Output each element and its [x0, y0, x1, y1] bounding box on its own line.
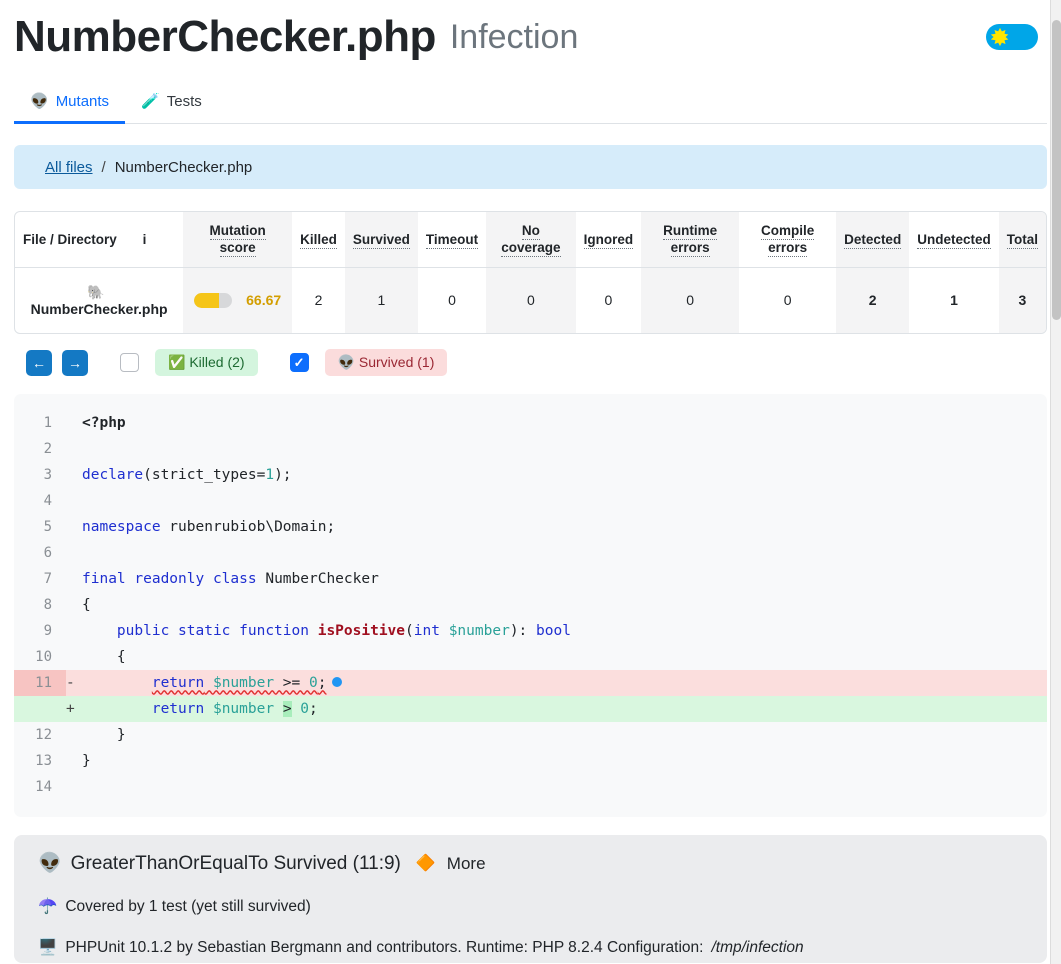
code-line-added: + return $number > 0; — [14, 695, 1047, 722]
source-code: 1 <?php 2 3 declare(strict_types=1); 4 5 namesp… — [14, 410, 1047, 800]
code-line: 7 final readonly class NumberChecker — [43, 570, 379, 587]
tab-mutants-label: Mutants — [55, 93, 110, 110]
stats-table: File / Directory i Mutation score Killed… — [15, 212, 1046, 333]
code-line: 6 — [43, 544, 52, 561]
mutant-detail-panel: 👽 GreaterThanOrEqualTo Survived (11:9) 🔶… — [14, 834, 1047, 963]
filter-bar: ← → ✅ Killed (2) 👽 Survived (1) — [14, 348, 1047, 378]
app-name: Infection — [449, 18, 579, 56]
col-runtime-errors[interactable]: Runtime errors — [641, 212, 740, 268]
filter-survived-checkbox[interactable] — [289, 353, 309, 373]
col-undetected[interactable]: Undetected — [909, 212, 999, 268]
cell-killed: 2 — [314, 292, 323, 309]
cell-detected: 2 — [836, 267, 910, 333]
filter-killed-badge[interactable]: ✅ Killed (2) — [155, 349, 258, 377]
breadcrumb-all-files[interactable]: All files — [45, 159, 93, 176]
coverage-line: ☂️ Covered by 1 test (yet still survived… — [38, 897, 1023, 916]
col-mutation-score[interactable]: Mutation score — [183, 212, 293, 268]
mutant-detail-title: 👽 GreaterThanOrEqualTo Survived (11:9) 🔶… — [38, 853, 1023, 876]
app-page: NumberChecker.php Infection 👽 Mutants 🧪 … — [0, 0, 1061, 964]
tab-tests[interactable]: 🧪 Tests — [125, 89, 218, 123]
alien-icon: 👽 — [38, 852, 62, 874]
code-line: 10 { — [35, 648, 126, 665]
code-line: 2 — [43, 440, 52, 457]
code-line: 4 — [43, 492, 52, 509]
cell-undetected: 1 — [950, 292, 958, 309]
breadcrumb: All files / NumberChecker.php — [14, 145, 1047, 189]
mutation-score-value: 66.67 — [246, 292, 282, 309]
code-line-removed: 11- return $number >= 0; — [14, 669, 1047, 696]
col-detected[interactable]: Detected — [836, 212, 910, 268]
sun-icon — [990, 27, 1009, 47]
code-line: 5 namespace rubenrubiob\Domain; — [43, 518, 336, 535]
code-line: 12 } — [35, 726, 126, 743]
cell-timeout: 0 — [448, 292, 456, 309]
table-header-row: File / Directory i Mutation score Killed… — [15, 212, 1046, 268]
mutant-marker-dot[interactable] — [332, 676, 343, 687]
col-killed[interactable]: Killed — [292, 212, 345, 268]
col-compile-errors[interactable]: Compile errors — [739, 212, 837, 268]
more-button[interactable]: More — [447, 854, 486, 874]
cell-mutation-score: 66.67 — [183, 267, 293, 333]
coverage-text: Covered by 1 test (yet still survived) — [65, 897, 311, 915]
test-tube-icon: 🧪 — [141, 93, 160, 110]
page-header: NumberChecker.php Infection — [14, 0, 1047, 62]
tab-bar: 👽 Mutants 🧪 Tests — [14, 76, 1047, 124]
cell-survived: 1 — [344, 267, 418, 333]
breadcrumb-current: NumberChecker.php — [114, 158, 253, 176]
cell-runtime-errors: 0 — [641, 267, 740, 333]
code-line: 9 public static function isPositive(int … — [43, 622, 571, 639]
tab-mutants[interactable]: 👽 Mutants — [14, 89, 126, 124]
mutation-score-bar — [194, 292, 233, 308]
breadcrumb-separator: / — [101, 158, 106, 176]
filter-killed-checkbox[interactable] — [120, 353, 139, 373]
col-ignored[interactable]: Ignored — [575, 212, 642, 268]
alien-icon: 👽 — [30, 93, 49, 110]
cell-ignored: 0 — [604, 292, 613, 309]
runtime-text: PHPUnit 10.1.2 by Sebastian Bergmann and… — [65, 938, 704, 956]
info-icon[interactable]: i — [143, 232, 147, 247]
umbrella-icon: ☂️ — [38, 898, 58, 916]
cell-no-coverage: 0 — [486, 267, 576, 333]
page-title: NumberChecker.php — [14, 12, 436, 61]
source-code-panel[interactable]: 1 <?php 2 3 declare(strict_types=1); 4 5 namesp… — [14, 393, 1047, 817]
prev-mutant-button[interactable]: ← — [26, 349, 52, 376]
mutant-detail-title-label: GreaterThanOrEqualTo Survived (11:9) — [70, 852, 401, 874]
col-no-coverage[interactable]: No coverage — [486, 212, 576, 268]
runtime-config-path: /tmp/infection — [711, 938, 804, 956]
cell-file[interactable]: 🐘NumberChecker.php — [15, 267, 183, 333]
warning-triangle-icon: 🔶 — [415, 854, 436, 872]
col-survived[interactable]: Survived — [344, 212, 418, 268]
scrollbar-thumb[interactable] — [1052, 20, 1061, 320]
cell-total: 3 — [998, 267, 1046, 333]
col-timeout[interactable]: Timeout — [417, 212, 487, 268]
runtime-line: 🖥️ PHPUnit 10.1.2 by Sebastian Bergmann … — [38, 938, 1023, 957]
cell-compile-errors: 0 — [783, 292, 792, 309]
cell-file-label: NumberChecker.php — [30, 300, 168, 317]
code-line: 1 <?php — [43, 414, 126, 431]
theme-toggle[interactable] — [986, 24, 1038, 50]
page-scrollbar[interactable] — [1050, 0, 1061, 964]
filter-survived-badge[interactable]: 👽 Survived (1) — [324, 349, 448, 377]
table-row: 🐘NumberChecker.php 66.67 2 1 0 0 0 0 0 2… — [15, 267, 1046, 333]
computer-icon: 🖥️ — [38, 939, 58, 957]
code-line: 3 declare(strict_types=1); — [43, 466, 292, 483]
code-line: 14 — [35, 778, 52, 795]
col-file-directory-label: File / Directory — [23, 231, 117, 247]
stats-table-container: File / Directory i Mutation score Killed… — [14, 211, 1047, 334]
code-line: 13} — [35, 752, 91, 769]
col-total[interactable]: Total — [998, 212, 1046, 268]
next-mutant-button[interactable]: → — [62, 349, 88, 376]
code-line: 8{ — [43, 596, 91, 613]
tab-tests-label: Tests — [166, 93, 202, 110]
col-file-directory: File / Directory i — [15, 212, 184, 268]
elephant-icon: 🐘 — [87, 283, 105, 300]
